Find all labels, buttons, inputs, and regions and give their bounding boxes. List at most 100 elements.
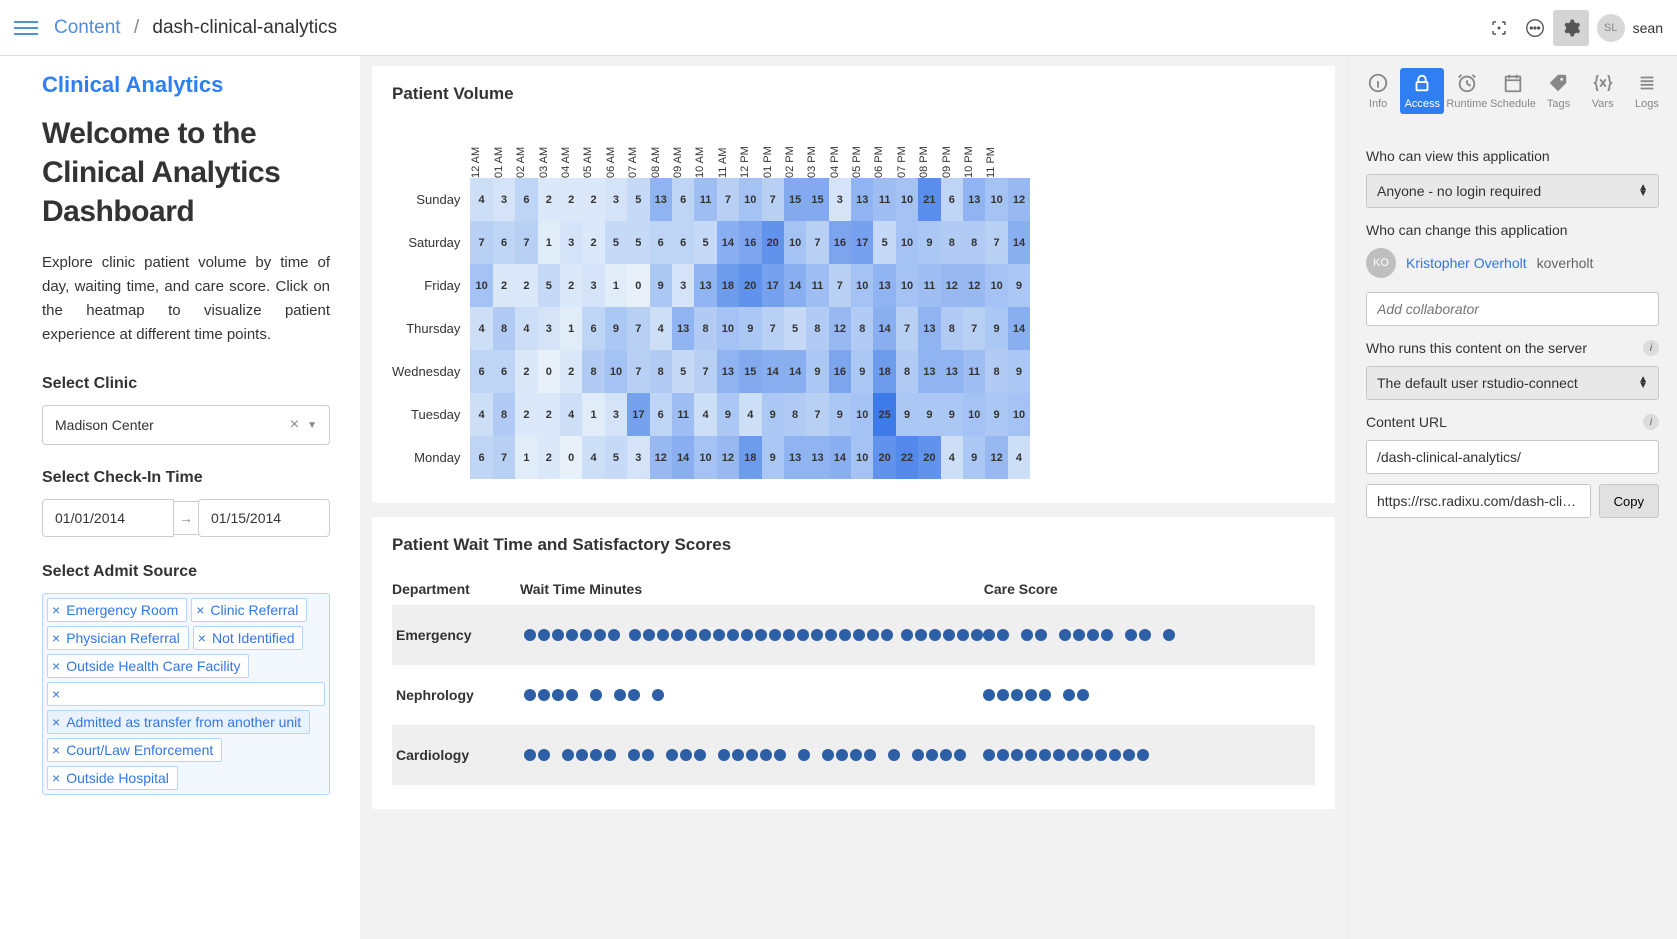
admit-tag[interactable]: ×Admitted as transfer from another unit — [47, 710, 310, 734]
heatmap-cell[interactable]: 14 — [1008, 307, 1030, 350]
heatmap-cell[interactable]: 4 — [650, 307, 672, 350]
heatmap-cell[interactable]: 4 — [515, 307, 537, 350]
heatmap-cell[interactable]: 4 — [560, 393, 582, 436]
heatmap-cell[interactable]: 8 — [493, 393, 515, 436]
heatmap-cell[interactable]: 7 — [762, 178, 784, 221]
tag-remove-icon[interactable]: × — [52, 658, 60, 674]
heatmap-cell[interactable]: 6 — [650, 221, 672, 264]
heatmap-cell[interactable]: 5 — [605, 436, 627, 479]
heatmap-cell[interactable]: 7 — [515, 221, 537, 264]
heatmap-cell[interactable]: 0 — [538, 350, 560, 393]
settings-gear-icon[interactable] — [1553, 10, 1589, 46]
heatmap-cell[interactable]: 13 — [963, 178, 985, 221]
admit-tag[interactable]: ×Not Identified — [193, 626, 304, 650]
heatmap-cell[interactable]: 10 — [784, 221, 806, 264]
breadcrumb-root-link[interactable]: Content — [54, 17, 121, 38]
date-start-input[interactable]: 01/01/2014 — [42, 499, 174, 537]
heatmap-cell[interactable]: 3 — [627, 436, 649, 479]
heatmap-cell[interactable]: 25 — [873, 393, 895, 436]
heatmap-cell[interactable]: 11 — [918, 264, 940, 307]
heatmap-cell[interactable]: 11 — [963, 350, 985, 393]
info-icon[interactable]: i — [1643, 340, 1659, 356]
heatmap-cell[interactable]: 5 — [627, 221, 649, 264]
heatmap-cell[interactable]: 20 — [762, 221, 784, 264]
heatmap-cell[interactable]: 14 — [672, 436, 694, 479]
heatmap-cell[interactable]: 17 — [762, 264, 784, 307]
heatmap-cell[interactable]: 9 — [963, 436, 985, 479]
heatmap-cell[interactable]: 2 — [515, 264, 537, 307]
heatmap-cell[interactable]: 13 — [672, 307, 694, 350]
heatmap-cell[interactable]: 7 — [985, 221, 1007, 264]
heatmap-cell[interactable]: 7 — [694, 350, 716, 393]
tab-tags[interactable]: Tags — [1536, 68, 1580, 114]
heatmap-cell[interactable]: 2 — [515, 350, 537, 393]
heatmap-cell[interactable]: 4 — [582, 436, 604, 479]
admit-source-multiselect[interactable]: ×Emergency Room×Clinic Referral×Physicia… — [42, 593, 330, 795]
who-can-view-select[interactable]: Anyone - no login required ▲▼ — [1366, 174, 1659, 208]
heatmap-cell[interactable]: 13 — [851, 178, 873, 221]
heatmap-cell[interactable]: 10 — [851, 436, 873, 479]
heatmap-cell[interactable]: 10 — [851, 264, 873, 307]
heatmap-cell[interactable]: 7 — [470, 221, 492, 264]
heatmap-cell[interactable]: 6 — [493, 221, 515, 264]
heatmap-cell[interactable]: 10 — [851, 393, 873, 436]
heatmap-cell[interactable]: 10 — [963, 393, 985, 436]
heatmap-cell[interactable]: 3 — [538, 307, 560, 350]
heatmap-cell[interactable]: 10 — [896, 178, 918, 221]
heatmap-cell[interactable]: 14 — [762, 350, 784, 393]
heatmap-cell[interactable]: 9 — [851, 350, 873, 393]
add-collaborator-input[interactable] — [1366, 292, 1659, 326]
heatmap-cell[interactable]: 16 — [829, 350, 851, 393]
heatmap-cell[interactable]: 8 — [851, 307, 873, 350]
heatmap-cell[interactable]: 14 — [873, 307, 895, 350]
tab-logs[interactable]: Logs — [1625, 68, 1669, 114]
heatmap-cell[interactable]: 9 — [829, 393, 851, 436]
heatmap-cell[interactable]: 4 — [1008, 436, 1030, 479]
heatmap-cell[interactable]: 3 — [829, 178, 851, 221]
heatmap-cell[interactable]: 20 — [873, 436, 895, 479]
tag-remove-icon[interactable]: × — [52, 770, 60, 786]
heatmap-cell[interactable]: 17 — [851, 221, 873, 264]
heatmap-cell[interactable]: 13 — [918, 307, 940, 350]
tag-remove-icon[interactable]: × — [198, 630, 206, 646]
heatmap-cell[interactable]: 7 — [896, 307, 918, 350]
admit-tag[interactable]: ×Outside Hospital — [47, 766, 178, 790]
heatmap-cell[interactable]: 2 — [493, 264, 515, 307]
heatmap-cell[interactable]: 8 — [582, 350, 604, 393]
heatmap-cell[interactable]: 1 — [605, 264, 627, 307]
heatmap-cell[interactable]: 10 — [739, 178, 761, 221]
heatmap-cell[interactable]: 15 — [784, 178, 806, 221]
admit-tag[interactable]: ×Court/Law Enforcement — [47, 738, 222, 762]
heatmap-cell[interactable]: 6 — [470, 350, 492, 393]
heatmap-cell[interactable]: 11 — [672, 393, 694, 436]
heatmap-cell[interactable]: 14 — [784, 264, 806, 307]
heatmap-cell[interactable]: 9 — [941, 393, 963, 436]
heatmap-cell[interactable]: 8 — [806, 307, 828, 350]
heatmap-cell[interactable]: 12 — [985, 436, 1007, 479]
heatmap-cell[interactable]: 6 — [470, 436, 492, 479]
heatmap-cell[interactable]: 9 — [739, 307, 761, 350]
heatmap-cell[interactable]: 9 — [918, 221, 940, 264]
heatmap-cell[interactable]: 3 — [582, 264, 604, 307]
heatmap-cell[interactable]: 2 — [538, 178, 560, 221]
heatmap-cell[interactable]: 14 — [829, 436, 851, 479]
heatmap-cell[interactable]: 7 — [627, 307, 649, 350]
heatmap-cell[interactable]: 13 — [941, 350, 963, 393]
tab-access[interactable]: Access — [1400, 68, 1444, 114]
heatmap-cell[interactable]: 12 — [941, 264, 963, 307]
heatmap-cell[interactable]: 18 — [739, 436, 761, 479]
tab-schedule[interactable]: Schedule — [1489, 68, 1536, 114]
heatmap-cell[interactable]: 9 — [918, 393, 940, 436]
heatmap-cell[interactable]: 14 — [717, 221, 739, 264]
heatmap-cell[interactable]: 13 — [873, 264, 895, 307]
heatmap-cell[interactable]: 8 — [963, 221, 985, 264]
heatmap-cell[interactable]: 18 — [717, 264, 739, 307]
heatmap-cell[interactable]: 10 — [694, 436, 716, 479]
heatmap-cell[interactable]: 9 — [605, 307, 627, 350]
heatmap-cell[interactable]: 6 — [672, 221, 694, 264]
heatmap-cell[interactable]: 5 — [672, 350, 694, 393]
heatmap-cell[interactable]: 7 — [806, 393, 828, 436]
heatmap-cell[interactable]: 7 — [963, 307, 985, 350]
heatmap-cell[interactable]: 8 — [896, 350, 918, 393]
heatmap-cell[interactable]: 12 — [829, 307, 851, 350]
